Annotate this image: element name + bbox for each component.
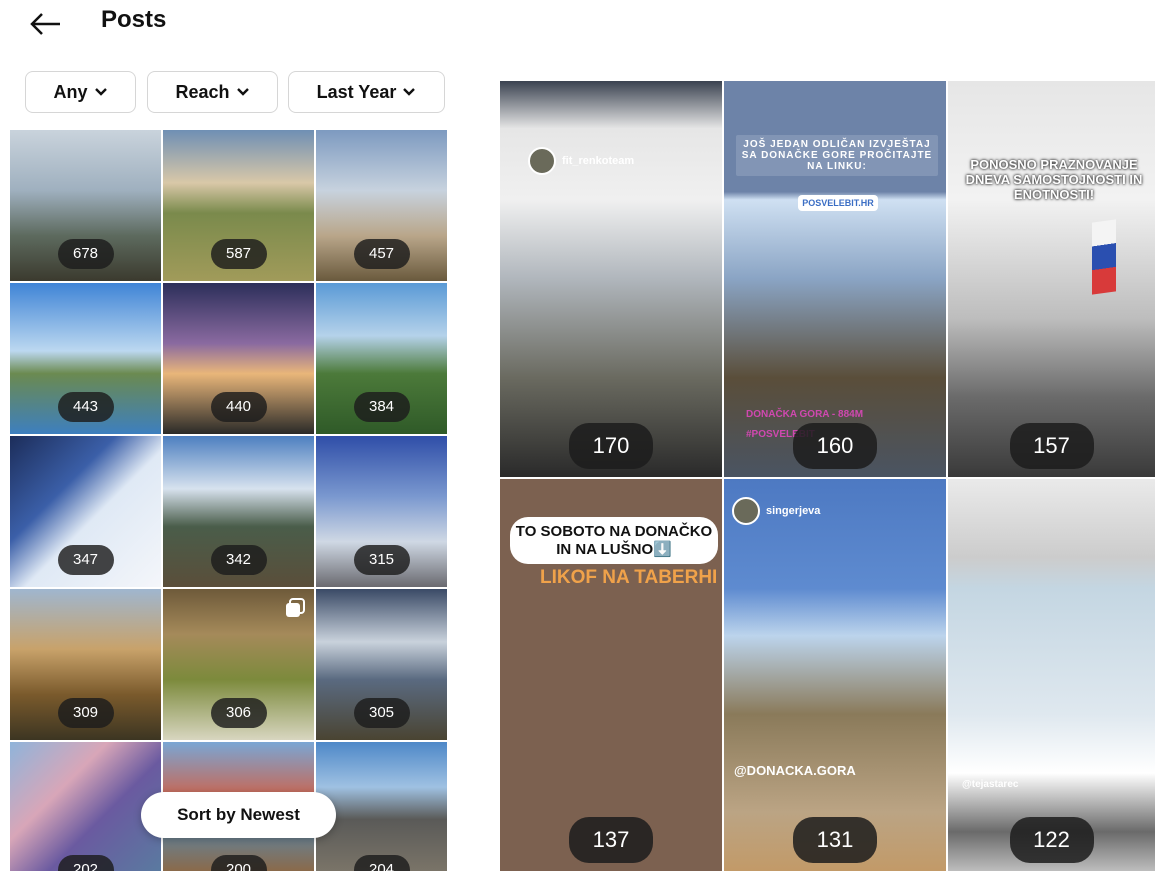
chevron-down-icon (94, 88, 107, 96)
post-tile[interactable]: 204 (316, 742, 447, 871)
post-tile[interactable]: 587 (163, 130, 314, 281)
story-headline: PONOSNO PRAZNOVANJE DNEVA SAMOSTOJNOSTI … (965, 157, 1143, 202)
story-headline: TO SOBOTO NA DONAČKO IN NA LUŠNO⬇️ (510, 517, 718, 564)
posts-panel: Posts Any Reach Last Year 678 587 457 44… (0, 0, 455, 871)
story-tile[interactable]: fit_renkoteam 170 (500, 81, 722, 477)
reach-count-badge: 200 (210, 855, 267, 871)
post-tile[interactable]: 457 (316, 130, 447, 281)
story-username: fit_renkoteam (562, 155, 635, 167)
post-tile[interactable]: 443 (10, 283, 161, 434)
filter-content-type[interactable]: Any (25, 71, 136, 113)
post-tile[interactable]: 342 (163, 436, 314, 587)
post-photo (316, 742, 447, 871)
reach-count-badge: 315 (353, 545, 410, 575)
reach-count-badge: 457 (353, 239, 410, 269)
filter-time-range[interactable]: Last Year (288, 71, 445, 113)
post-tile[interactable]: 440 (163, 283, 314, 434)
reach-count-badge: 440 (210, 392, 267, 422)
stories-panel: fit_renkoteam 170 JOŠ JEDAN ODLIČAN IZVJ… (500, 81, 1155, 871)
story-photo (948, 81, 1155, 477)
reach-count-badge: 170 (569, 423, 653, 469)
post-tile[interactable]: 309 (10, 589, 161, 740)
post-photo (10, 742, 161, 871)
reach-count-badge: 204 (353, 855, 410, 871)
story-tile[interactable]: singerjeva @DONACKA.GORA 131 (724, 479, 946, 871)
story-headline: JOŠ JEDAN ODLIČAN IZVJEŠTAJ SA DONAČKE G… (736, 135, 938, 176)
back-arrow-icon[interactable] (28, 10, 64, 38)
location-tag: DONAČKA GORA - 884M (746, 409, 864, 420)
filter-label: Last Year (316, 81, 397, 102)
reach-count-badge: 137 (569, 817, 653, 863)
reach-count-badge: 587 (210, 239, 267, 269)
reach-count-badge: 202 (57, 855, 114, 871)
post-tile[interactable]: 202 (10, 742, 161, 871)
story-tile[interactable]: JOŠ JEDAN ODLIČAN IZVJEŠTAJ SA DONAČKE G… (724, 81, 946, 477)
filter-label: Reach (175, 81, 230, 102)
reach-count-badge: 131 (793, 817, 877, 863)
reach-count-badge: 160 (793, 423, 877, 469)
header: Posts (0, 0, 455, 50)
story-tile[interactable]: @tejastarec 122 (948, 479, 1155, 871)
mention-tag: @DONACKA.GORA (734, 763, 856, 778)
story-photo (500, 81, 722, 477)
reach-count-badge: 309 (57, 698, 114, 728)
post-tile[interactable]: 305 (316, 589, 447, 740)
reach-count-badge: 157 (1009, 423, 1094, 469)
sort-by-newest-button[interactable]: Sort by Newest (141, 792, 336, 838)
carousel-icon (286, 598, 305, 617)
avatar (528, 147, 556, 175)
avatar (732, 497, 760, 525)
reach-count-badge: 347 (57, 545, 114, 575)
reach-count-badge: 342 (210, 545, 267, 575)
post-tile[interactable]: 384 (316, 283, 447, 434)
reach-count-badge: 443 (57, 392, 114, 422)
story-author: fit_renkoteam (528, 147, 634, 175)
story-tile[interactable]: PONOSNO PRAZNOVANJE DNEVA SAMOSTOJNOSTI … (948, 81, 1155, 477)
post-tile[interactable]: 306 (163, 589, 314, 740)
reach-count-badge: 678 (57, 239, 114, 269)
post-tile[interactable]: 315 (316, 436, 447, 587)
story-photo (948, 479, 1155, 871)
post-tile[interactable]: 347 (10, 436, 161, 587)
flag (1092, 219, 1116, 295)
filter-metric[interactable]: Reach (147, 71, 278, 113)
reach-count-badge: 306 (210, 698, 267, 728)
story-link-sticker[interactable]: POSVELEBIT.HR (798, 195, 878, 211)
reach-count-badge: 384 (353, 392, 410, 422)
story-tile[interactable]: TO SOBOTO NA DONAČKO IN NA LUŠNO⬇️ LIKOF… (500, 479, 722, 871)
story-username: singerjeva (766, 505, 821, 517)
chevron-down-icon (403, 88, 416, 96)
mention-tag: @tejastarec (962, 779, 1019, 790)
page-title: Posts (101, 6, 167, 33)
posts-grid: 678 587 457 443 440 384 347 342 315 309 … (10, 130, 447, 871)
reach-count-badge: 122 (1009, 817, 1094, 863)
filter-label: Any (53, 81, 88, 102)
chevron-down-icon (236, 88, 249, 96)
post-tile[interactable]: 678 (10, 130, 161, 281)
event-title: LIKOF NA TABERHI (540, 567, 718, 588)
story-photo (724, 479, 946, 871)
link-label: POSVELEBIT.HR (802, 198, 874, 208)
reach-count-badge: 305 (353, 698, 410, 728)
story-author: singerjeva (732, 497, 820, 525)
